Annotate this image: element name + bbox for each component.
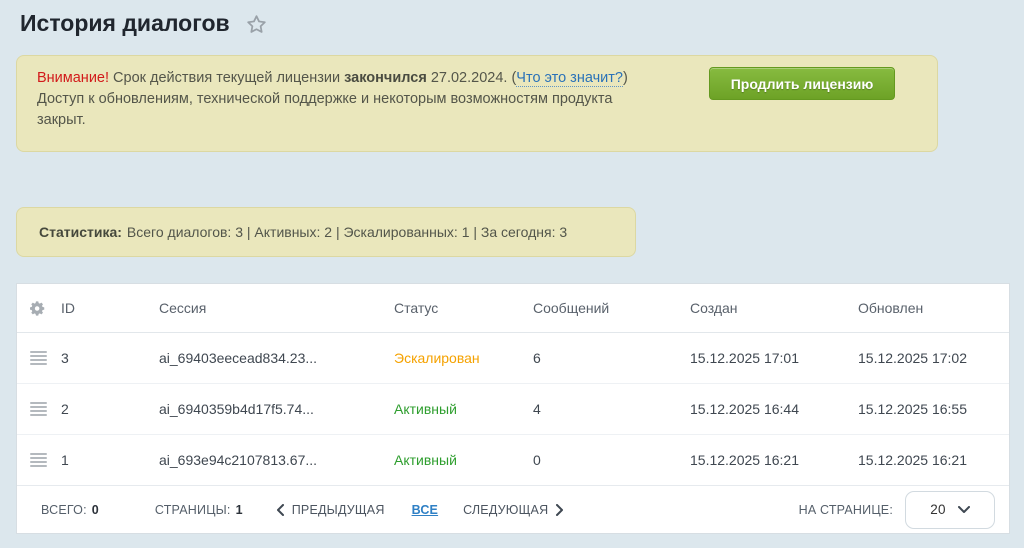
table-row[interactable]: 2 ai_6940359b4d17f5.74... Активный 4 15.…: [17, 384, 1009, 435]
pages-value: 1: [236, 503, 243, 517]
pages-label: СТРАНИЦЫ:: [155, 503, 231, 517]
row-menu-icon[interactable]: [30, 398, 47, 420]
statistics-bar: Статистика: Всего диалогов: 3 | Активных:…: [16, 207, 636, 257]
pages-counter: СТРАНИЦЫ: 1: [155, 503, 243, 517]
per-page-dropdown[interactable]: 20: [905, 491, 995, 529]
column-header-messages[interactable]: Сообщений: [533, 300, 690, 316]
cell-id: 3: [61, 350, 159, 366]
cell-session: ai_69403eecead834.23...: [159, 350, 394, 366]
cell-updated: 15.12.2025 16:21: [858, 452, 1009, 468]
total-counter: ВСЕГО: 0: [41, 503, 99, 517]
page-header: История диалогов: [0, 0, 1024, 37]
column-header-id[interactable]: ID: [61, 300, 159, 316]
cell-messages: 4: [533, 401, 690, 417]
status-badge: Эскалирован: [394, 350, 533, 366]
what-does-it-mean-link[interactable]: Что это значит?: [516, 70, 623, 87]
cell-session: ai_693e94c2107813.67...: [159, 452, 394, 468]
license-warning-text: Внимание! Срок действия текущей лицензии…: [37, 68, 665, 131]
column-header-status[interactable]: Статус: [394, 300, 533, 316]
column-header-session[interactable]: Сессия: [159, 300, 394, 316]
total-label: ВСЕГО:: [41, 503, 87, 517]
license-expiry-date: 27.02.2024.: [431, 70, 508, 86]
cell-messages: 6: [533, 350, 690, 366]
previous-page-button[interactable]: ПРЕДЫДУЩАЯ: [276, 503, 385, 517]
per-page-value: 20: [930, 502, 945, 517]
license-expired-word: закончился: [344, 70, 427, 86]
cell-updated: 15.12.2025 16:55: [858, 401, 1009, 417]
cell-updated: 15.12.2025 17:02: [858, 350, 1009, 366]
grid-settings-gear-icon[interactable]: [30, 301, 45, 316]
chevron-right-icon: [555, 504, 564, 516]
cell-session: ai_6940359b4d17f5.74...: [159, 401, 394, 417]
status-badge: Активный: [394, 452, 533, 468]
cell-id: 1: [61, 452, 159, 468]
renew-license-button[interactable]: Продлить лицензию: [709, 67, 895, 100]
per-page-label: НА СТРАНИЦЕ:: [799, 503, 893, 517]
column-header-updated[interactable]: Обновлен: [858, 300, 1009, 316]
row-menu-icon[interactable]: [30, 347, 47, 369]
paren-close: ): [623, 70, 628, 86]
grid-footer: ВСЕГО: 0 СТРАНИЦЫ: 1 ПРЕДЫДУЩАЯ ВСЕ СЛЕД…: [17, 486, 1009, 533]
status-badge: Активный: [394, 401, 533, 417]
cell-created: 15.12.2025 16:44: [690, 401, 858, 417]
cell-created: 15.12.2025 17:01: [690, 350, 858, 366]
next-page-button[interactable]: СЛЕДУЮЩАЯ: [463, 503, 564, 517]
cell-id: 2: [61, 401, 159, 417]
table-row[interactable]: 1 ai_693e94c2107813.67... Активный 0 15.…: [17, 435, 1009, 486]
row-menu-icon[interactable]: [30, 449, 47, 471]
dialogs-grid: ID Сессия Статус Сообщений Создан Обновл…: [16, 283, 1010, 534]
license-text-2: Доступ к обновлениям, технической поддер…: [37, 89, 665, 131]
column-header-created[interactable]: Создан: [690, 300, 858, 316]
chevron-left-icon: [276, 504, 285, 516]
table-row[interactable]: 3 ai_69403eecead834.23... Эскалирован 6 …: [17, 333, 1009, 384]
license-text-1: Срок действия текущей лицензии: [113, 70, 340, 86]
show-all-link[interactable]: ВСЕ: [412, 503, 439, 517]
page-title: История диалогов: [20, 10, 230, 37]
statistics-label: Статистика:: [39, 224, 122, 240]
license-warning-banner: Внимание! Срок действия текущей лицензии…: [16, 55, 938, 152]
grid-header-row: ID Сессия Статус Сообщений Создан Обновл…: [17, 284, 1009, 333]
statistics-value: Всего диалогов: 3 | Активных: 2 | Эскали…: [127, 224, 567, 240]
cell-messages: 0: [533, 452, 690, 468]
favorite-star-icon[interactable]: [246, 14, 267, 35]
warning-label: Внимание!: [37, 70, 109, 86]
total-value: 0: [92, 503, 99, 517]
dialog-history-page: История диалогов Внимание! Срок действия…: [0, 0, 1024, 548]
cell-created: 15.12.2025 16:21: [690, 452, 858, 468]
chevron-down-icon: [958, 506, 970, 514]
